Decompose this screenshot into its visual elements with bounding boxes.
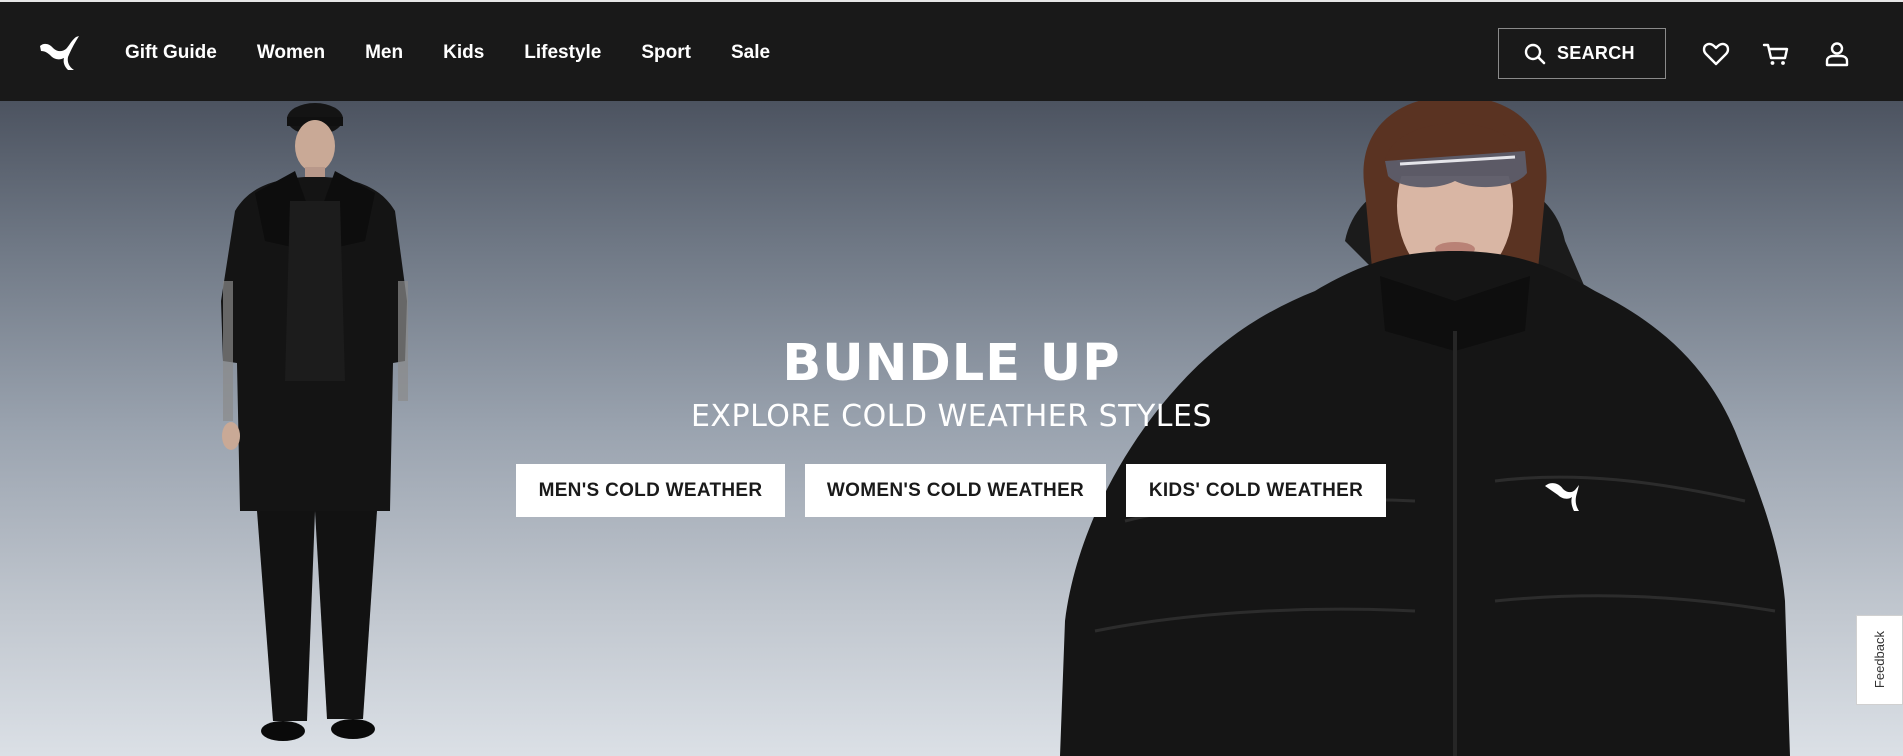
hero-cta-group: MEN'S COLD WEATHER WOMEN'S COLD WEATHER … [516,464,1406,517]
cart-icon[interactable] [1762,40,1790,68]
account-icon[interactable] [1823,40,1851,68]
nav-women[interactable]: Women [257,42,325,64]
nav-gift-guide[interactable]: Gift Guide [125,42,217,64]
search-button[interactable]: SEARCH [1498,28,1666,79]
feedback-label: Feedback [1872,631,1887,689]
nav-sale[interactable]: Sale [731,42,770,64]
search-icon [1524,43,1546,64]
nav-sport[interactable]: Sport [641,42,691,64]
mens-cold-weather-button[interactable]: MEN'S COLD WEATHER [516,464,785,517]
feedback-tab[interactable]: Feedback [1856,615,1903,705]
hero-title: BUNDLE UP [782,334,1121,393]
site-header: Gift Guide Women Men Kids Lifestyle Spor… [0,0,1903,101]
search-label: SEARCH [1557,43,1635,63]
nav-kids[interactable]: Kids [443,42,484,64]
heart-icon[interactable] [1702,40,1730,68]
nav-lifestyle[interactable]: Lifestyle [524,42,601,64]
nav-men[interactable]: Men [365,42,403,64]
puma-logo-icon[interactable] [38,32,82,72]
kids-cold-weather-button[interactable]: KIDS' COLD WEATHER [1126,464,1386,517]
hero-banner[interactable]: BUNDLE UP EXPLORE COLD WEATHER STYLES ME… [0,101,1903,756]
hero-subtitle: EXPLORE COLD WEATHER STYLES [690,399,1213,434]
main-nav: Gift Guide Women Men Kids Lifestyle Spor… [125,2,810,103]
womens-cold-weather-button[interactable]: WOMEN'S COLD WEATHER [805,464,1106,517]
